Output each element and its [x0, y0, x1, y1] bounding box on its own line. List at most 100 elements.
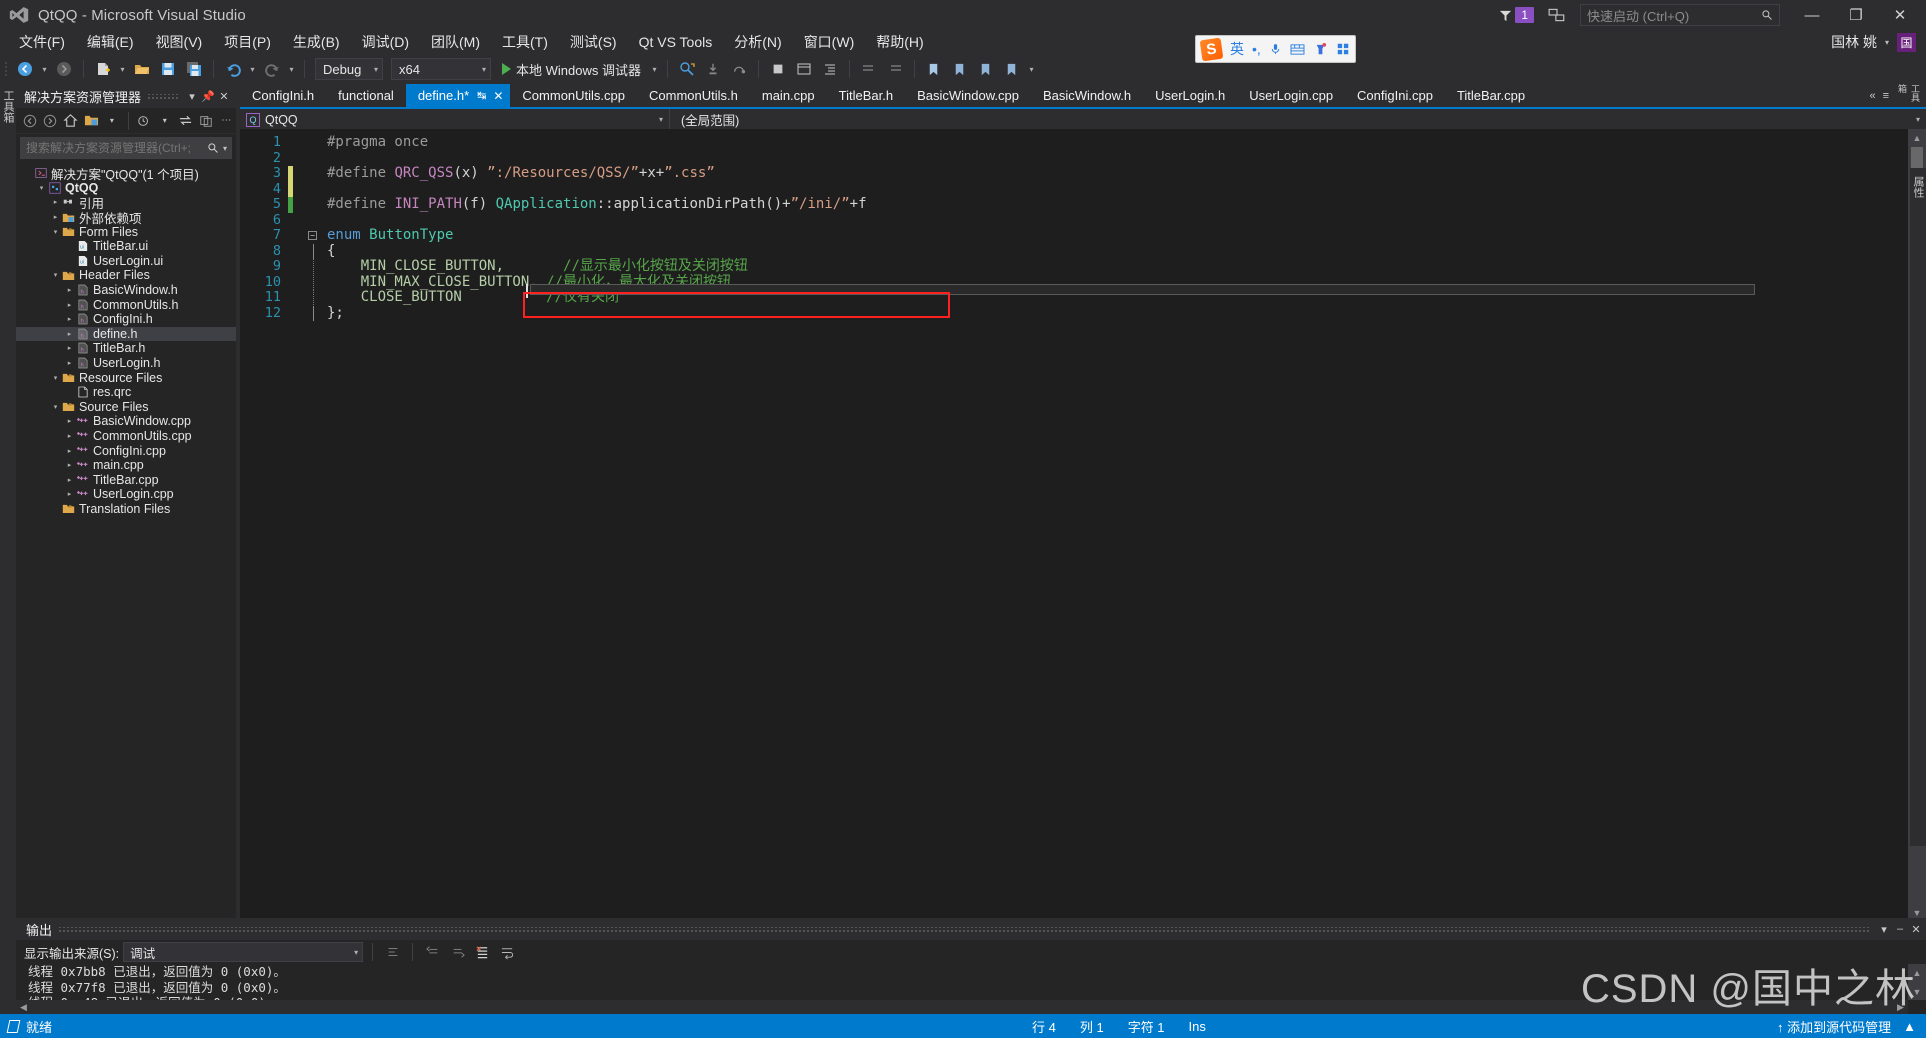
attach-process-icon[interactable]: [675, 57, 699, 81]
tab-list-icon[interactable]: ≡: [1883, 90, 1889, 102]
fold-gutter[interactable]: [293, 243, 321, 259]
scroll-right-icon[interactable]: ▶: [1893, 1002, 1908, 1013]
menu-item-qt-vs-tools[interactable]: Qt VS Tools: [628, 32, 724, 52]
restore-button[interactable]: ❐: [1834, 0, 1878, 30]
pin-icon[interactable]: ↹: [477, 89, 486, 102]
solution-tree[interactable]: 解决方案"QtQQ"(1 个项目) ▾ QtQQ ▸ 引用 ▸ 外部依赖项 ▾ Form Fil…: [16, 162, 236, 921]
minimize-icon[interactable]: –: [1892, 923, 1908, 935]
chevron-right-icon[interactable]: ▸: [64, 344, 75, 352]
navigate-back-dropdown-icon[interactable]: ▾: [39, 57, 50, 81]
bookmark-next-icon[interactable]: [974, 57, 998, 81]
tree-item-header-files[interactable]: ▾ Header Files: [16, 268, 236, 283]
code-line[interactable]: 6: [240, 212, 1908, 229]
menu-item-test[interactable]: 测试(S): [559, 30, 628, 54]
fold-gutter[interactable]: −: [293, 231, 321, 241]
output-vertical-scrollbar[interactable]: ▲ ▼: [1908, 964, 1926, 1000]
menu-item-edit[interactable]: 编辑(E): [76, 30, 145, 54]
save-icon[interactable]: [156, 57, 180, 81]
soft-keyboard-icon[interactable]: [1290, 43, 1305, 56]
minimize-button[interactable]: —: [1790, 0, 1834, 30]
step-into-icon[interactable]: [701, 57, 725, 81]
undo-dropdown-icon[interactable]: ▾: [247, 57, 258, 81]
chevron-right-icon[interactable]: ▸: [64, 286, 75, 294]
notifications-button[interactable]: 1: [1498, 7, 1534, 23]
chevron-down-icon[interactable]: ▾: [155, 110, 175, 132]
editor-tab-commonutils-h[interactable]: CommonUtils.h: [637, 84, 750, 107]
start-debug-button[interactable]: 本地 Windows 调试器: [496, 57, 647, 81]
menu-item-project[interactable]: 项目(P): [213, 30, 282, 54]
chevron-right-icon[interactable]: ▸: [64, 461, 75, 469]
output-source-combo[interactable]: 调试 ▾: [123, 942, 364, 962]
tree-item-basicwindow.cpp[interactable]: ▸ BasicWindow.cpp: [16, 414, 236, 429]
toolbox-vertical-label[interactable]: 工具箱: [1896, 84, 1922, 107]
chevron-right-icon[interactable]: ▸: [64, 447, 75, 455]
output-horizontal-scrollbar[interactable]: ◀ ▶: [16, 1000, 1908, 1014]
tree-item-userlogin.h[interactable]: ▸ h UserLogin.h: [16, 356, 236, 371]
bookmark-clear-icon[interactable]: [1000, 57, 1024, 81]
ime-mode-label[interactable]: 英: [1230, 39, 1244, 59]
properties-tab-label[interactable]: 属性: [1912, 176, 1924, 198]
punctuation-icon[interactable]: •,: [1252, 41, 1261, 57]
editor-tab-titlebar-cpp[interactable]: TitleBar.cpp: [1444, 84, 1538, 107]
sogou-logo-icon[interactable]: S: [1199, 37, 1224, 61]
go-to-next-icon[interactable]: [447, 942, 468, 962]
chevron-left-icon[interactable]: «: [1869, 90, 1875, 102]
close-button[interactable]: ✕: [1878, 0, 1922, 30]
code-line[interactable]: 4: [240, 181, 1908, 197]
toolbox-tab-label[interactable]: 工具箱: [2, 90, 14, 123]
breakpoint-icon[interactable]: [766, 57, 790, 81]
chevron-down-icon[interactable]: ▾: [102, 110, 122, 132]
editor-tab-functional[interactable]: functional: [326, 84, 406, 107]
step-over-icon[interactable]: [727, 57, 751, 81]
editor-tab-userlogin-h[interactable]: UserLogin.h: [1143, 84, 1238, 107]
close-icon[interactable]: ✕: [216, 90, 232, 103]
editor-tab-configini-cpp[interactable]: ConfigIni.cpp: [1345, 84, 1445, 107]
toolbox-icon[interactable]: [1336, 42, 1350, 56]
word-wrap-icon[interactable]: [497, 942, 518, 962]
chevron-down-icon[interactable]: ▾: [50, 271, 61, 279]
panel-drag-dots[interactable]: [147, 93, 178, 99]
chevron-down-icon[interactable]: ▾: [184, 90, 200, 103]
editor-tab-commonutils-cpp[interactable]: CommonUtils.cpp: [510, 84, 638, 107]
editor-tab-basicwindow-cpp[interactable]: BasicWindow.cpp: [905, 84, 1031, 107]
clear-all-icon[interactable]: [472, 942, 493, 962]
menu-item-view[interactable]: 视图(V): [145, 30, 214, 54]
pending-changes-icon[interactable]: [134, 110, 154, 132]
sync-icon[interactable]: [176, 110, 196, 132]
fold-gutter[interactable]: [293, 274, 321, 290]
menu-item-tools[interactable]: 工具(T): [491, 30, 559, 54]
indent-icon[interactable]: [818, 57, 842, 81]
code-line[interactable]: 1 #pragma once: [240, 134, 1908, 151]
toolbar-overflow-icon[interactable]: ▾: [1026, 57, 1037, 81]
menu-item-build[interactable]: 生成(B): [282, 30, 351, 54]
tree-item-titlebar.h[interactable]: ▸ h TitleBar.h: [16, 341, 236, 356]
tree-item-configini.cpp[interactable]: ▸ ConfigIni.cpp: [16, 443, 236, 458]
navigate-back-icon[interactable]: [13, 57, 37, 81]
voice-input-icon[interactable]: [1269, 41, 1282, 57]
tree-item-form-files[interactable]: ▾ Form Files: [16, 224, 236, 239]
chevron-down-icon[interactable]: ▾: [36, 184, 47, 192]
toolbar-grip[interactable]: [4, 60, 11, 78]
tree-item-commonutils.h[interactable]: ▸ h CommonUtils.h: [16, 297, 236, 312]
scroll-down-icon[interactable]: ▼: [1908, 983, 1926, 1000]
overflow-icon[interactable]: ⋯: [217, 110, 237, 132]
chevron-right-icon[interactable]: ▸: [64, 301, 75, 309]
fold-gutter[interactable]: [293, 259, 321, 275]
chevron-right-icon[interactable]: ▸: [64, 330, 75, 338]
right-dock-strip[interactable]: 属性: [1910, 168, 1926, 846]
chevron-right-icon[interactable]: ▸: [64, 432, 75, 440]
new-project-icon[interactable]: [91, 57, 115, 81]
bookmark-prev-icon[interactable]: [948, 57, 972, 81]
undo-icon[interactable]: [221, 57, 245, 81]
tree-item-userlogin.ui[interactable]: ui UserLogin.ui: [16, 254, 236, 269]
tree-item-commonutils.cpp[interactable]: ▸ CommonUtils.cpp: [16, 429, 236, 444]
tree-item-resource-files[interactable]: ▾ Resource Files: [16, 370, 236, 385]
code-line[interactable]: 5 #define INI_PATH(f) QApplication::appli…: [240, 196, 1908, 213]
editor-tab-userlogin-cpp[interactable]: UserLogin.cpp: [1237, 84, 1346, 107]
chevron-down-icon[interactable]: ▾: [1876, 923, 1892, 936]
tree-item-titlebar.cpp[interactable]: ▸ TitleBar.cpp: [16, 472, 236, 487]
editor-tab-configini-h[interactable]: ConfigIni.h: [240, 84, 327, 107]
skin-icon[interactable]: [1313, 42, 1328, 57]
tree-item-res.qrc[interactable]: res.qrc: [16, 385, 236, 400]
chevron-down-icon[interactable]: ▾: [1885, 38, 1889, 47]
